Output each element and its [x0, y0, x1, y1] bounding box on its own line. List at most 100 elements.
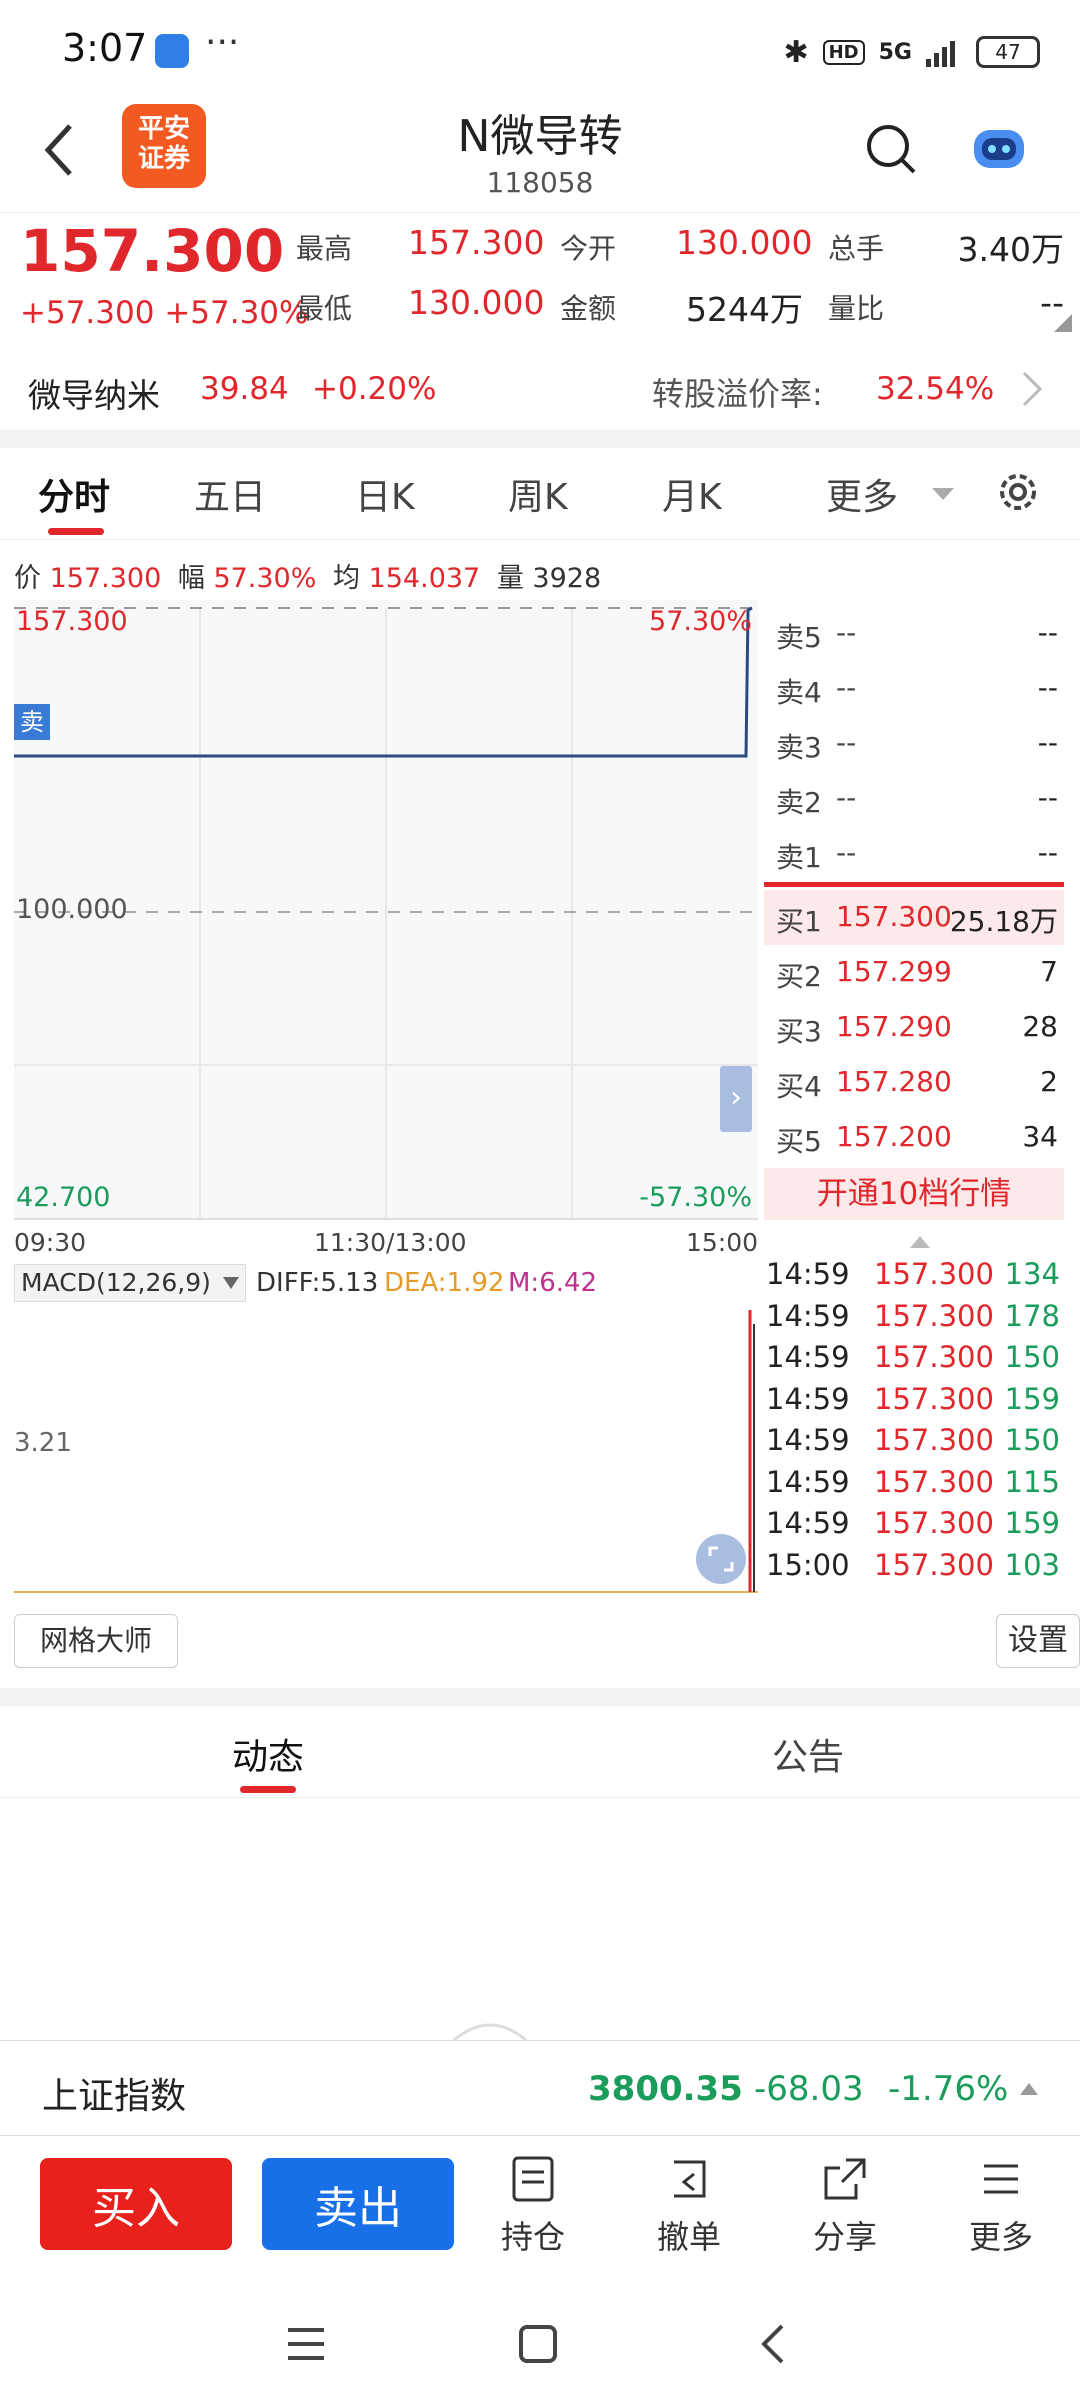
buy-button[interactable]: 买入: [40, 2158, 232, 2250]
fullscreen-button[interactable]: [696, 1534, 746, 1584]
ask-row[interactable]: 卖3 -- --: [764, 716, 1064, 771]
signal-icon: [926, 41, 955, 67]
premium-label: 转股溢价率:: [652, 375, 823, 413]
premium-value: 32.54%: [876, 371, 995, 407]
index-value: 3800.35: [588, 2069, 743, 2109]
more-button[interactable]: 更多: [946, 2154, 1056, 2258]
tab-more[interactable]: 更多: [826, 468, 898, 520]
volume-value: 3928: [532, 563, 602, 594]
level-quantity: --: [1037, 671, 1058, 704]
bid-row[interactable]: 买4 157.280 2: [764, 1055, 1064, 1110]
bottom-toolbar: 买入 卖出 持仓 撤单 分享 更多: [0, 2140, 1080, 2270]
tick-row: 14:59 157.300 159: [764, 1504, 1064, 1546]
open-value: 130.000: [676, 223, 813, 262]
tick-volume: 134: [1004, 1257, 1060, 1291]
level-price: 157.290: [836, 1010, 952, 1043]
expand-up-icon: [1020, 2083, 1038, 2095]
amplitude-value: 57.30%: [213, 563, 317, 594]
tab-five-day[interactable]: 五日: [194, 468, 266, 520]
section-divider: [0, 430, 1080, 448]
low-label: 最低: [296, 292, 353, 325]
broker-logo: 平安证券: [122, 104, 206, 188]
tick-time: 15:00: [766, 1547, 850, 1582]
level-quantity: --: [1037, 781, 1058, 814]
fullscreen-icon: [708, 1546, 734, 1572]
more-label: 更多: [968, 2218, 1033, 2256]
level-label: 买2: [776, 960, 822, 993]
volume-label: 量: [496, 563, 524, 594]
tab-weekly-k[interactable]: 周K: [508, 468, 568, 520]
active-tab-indicator: [48, 528, 104, 535]
level-label: 卖3: [776, 731, 822, 764]
ask-row[interactable]: 卖5 -- --: [764, 606, 1064, 661]
intraday-chart[interactable]: 157.300 57.30% 100.000 42.700 -57.30% 卖 …: [14, 600, 758, 1220]
index-ticker[interactable]: 上证指数 3800.35 -68.03 -1.76%: [0, 2040, 1080, 2136]
home-icon[interactable]: [518, 2324, 558, 2364]
tick-row: 14:59 157.300 150: [764, 1338, 1064, 1380]
positions-button[interactable]: 持仓: [478, 2154, 588, 2258]
tick-row: 14:59 157.300 134: [764, 1255, 1064, 1297]
tick-time: 14:59: [766, 1340, 850, 1374]
gear-icon[interactable]: [994, 468, 1042, 516]
back-nav-icon[interactable]: [758, 2322, 788, 2366]
macd-selector[interactable]: MACD(12,26,9): [14, 1264, 246, 1302]
grid-master-button[interactable]: 网格大师: [14, 1614, 178, 1668]
tick-volume: 159: [1004, 1381, 1060, 1416]
tick-time: 14:59: [766, 1381, 850, 1416]
index-change: -68.03: [754, 2069, 864, 2109]
index-percent: -1.76%: [888, 2069, 1009, 2109]
back-icon[interactable]: [40, 120, 80, 180]
app-notification-icon: [155, 34, 189, 68]
macd-chart-svg: [14, 1310, 758, 1593]
crosshair-info: 价 157.300 幅 57.30% 均 154.037 量 3928: [14, 556, 601, 595]
ask-row[interactable]: 卖4 -- --: [764, 661, 1064, 716]
volume-ratio-label: 量比: [828, 292, 885, 325]
tick-volume: 178: [1004, 1298, 1060, 1333]
tick-time: 14:59: [766, 1257, 850, 1291]
sell-button[interactable]: 卖出: [262, 2158, 454, 2250]
tick-volume: 115: [1004, 1464, 1060, 1499]
tab-monthly-k[interactable]: 月K: [662, 468, 722, 520]
tick-price: 157.300: [874, 1506, 994, 1540]
axis-mid-price: 100.000: [16, 894, 128, 925]
tab-daily-k[interactable]: 日K: [355, 468, 415, 520]
last-price: 157.300: [20, 217, 285, 285]
bid-row[interactable]: 买5 157.200 34: [764, 1110, 1064, 1165]
security-name: N微导转: [457, 111, 623, 162]
settings-button[interactable]: 设置: [996, 1614, 1080, 1668]
bid-row[interactable]: 买1 157.300 25.18万: [764, 890, 1064, 945]
tick-price: 157.300: [874, 1298, 994, 1333]
ask-row[interactable]: 卖2 -- --: [764, 771, 1064, 826]
network-type: 5G: [878, 39, 912, 65]
expand-corner-icon[interactable]: [1054, 314, 1072, 332]
level10-promo-button[interactable]: 开通10档行情: [764, 1168, 1064, 1220]
axis-bottom-percent: -57.30%: [639, 1182, 752, 1213]
scroll-up-icon[interactable]: [908, 1234, 932, 1250]
bid-row[interactable]: 买2 157.299 7: [764, 945, 1064, 1000]
level-quantity: 28: [1022, 1010, 1058, 1043]
active-tab-indicator: [240, 1786, 296, 1793]
robot-assistant-icon[interactable]: [970, 120, 1028, 176]
tab-intraday[interactable]: 分时: [38, 468, 110, 520]
level-label: 买4: [776, 1070, 822, 1103]
tick-time: 14:59: [766, 1506, 850, 1540]
bid-row[interactable]: 买3 157.290 28: [764, 1000, 1064, 1055]
tick-price: 157.300: [874, 1257, 994, 1291]
cancel-order-button[interactable]: 撤单: [634, 2154, 744, 2258]
quote-panel: 157.300 +57.300 +57.30% 最高 157.300 今开 13…: [0, 212, 1080, 342]
expand-panel-button[interactable]: ›: [720, 1066, 752, 1132]
macd-m: M:6.42: [508, 1268, 598, 1298]
share-button[interactable]: 分享: [790, 2154, 900, 2258]
level-label: 卖2: [776, 786, 822, 819]
underlying-stock-row[interactable]: 微导纳米 39.84 +0.20% 转股溢价率: 32.54%: [0, 345, 1080, 437]
recent-apps-icon[interactable]: [286, 2326, 326, 2362]
time-midday: 11:30/13:00: [314, 1228, 467, 1257]
macd-panel: MACD(12,26,9) DIFF:5.13 DEA:1.92 M:6.42 …: [14, 1264, 758, 1594]
macd-selector-label: MACD(12,26,9): [21, 1268, 211, 1297]
search-icon[interactable]: [864, 120, 920, 180]
security-code: 118058: [486, 166, 594, 199]
dropdown-arrow-icon[interactable]: [930, 484, 956, 504]
ask-row[interactable]: 卖1 -- --: [764, 826, 1064, 881]
tab-announcements[interactable]: 公告: [772, 1728, 844, 1780]
tab-news[interactable]: 动态: [232, 1728, 304, 1780]
